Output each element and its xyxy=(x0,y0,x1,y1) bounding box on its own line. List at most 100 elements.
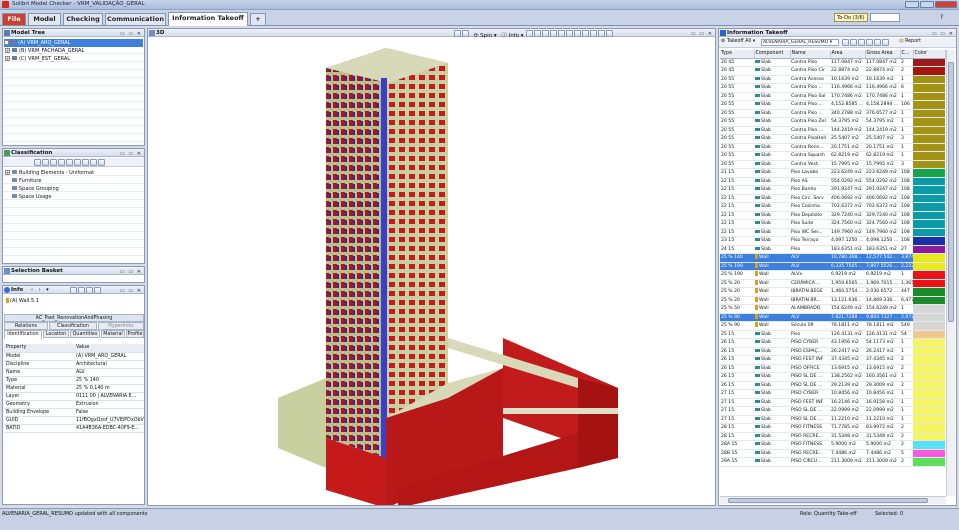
tab-material[interactable]: Material xyxy=(101,330,125,338)
toolbar-button[interactable] xyxy=(82,159,89,166)
row-color-swatch[interactable] xyxy=(913,134,945,144)
toolbar-button[interactable] xyxy=(98,159,105,166)
property-row[interactable]: Type 25 % 140 xyxy=(4,376,144,385)
row-color-swatch[interactable] xyxy=(913,185,945,195)
forward-button[interactable] xyxy=(462,30,469,37)
tab-file[interactable]: File xyxy=(2,13,26,25)
takeoff-horizontal-scrollbar[interactable] xyxy=(720,496,946,504)
col-count[interactable]: C... xyxy=(900,50,914,59)
takeoff-row[interactable]: 26 15 Slab PISO CYBER 43.1956 m2 54.1173 m2 1 xyxy=(720,338,945,348)
row-color-swatch[interactable] xyxy=(913,92,945,101)
report-button[interactable]: ▤ Report xyxy=(899,39,921,44)
takeoff-row[interactable]: 20 55 Slab Contra Piso ... 116.4966 m2 116.4… xyxy=(720,83,945,93)
add-tab-button[interactable]: + xyxy=(250,13,266,25)
takeoff-row[interactable]: 21 15 Slab Piso Lavabo 223.6249 m2 223.6249 … xyxy=(720,168,945,178)
property-row[interactable]: Material 25 % 0.140 m xyxy=(4,384,144,393)
takeoff-row[interactable]: 20 55 Slab Contra Piso Sal 170.7486 m2 170.7… xyxy=(720,92,945,101)
row-color-swatch[interactable] xyxy=(913,83,945,93)
takeoff-row[interactable]: 23 15 Slab Piso Terraço 4,097.1250 ... 4,098… xyxy=(720,236,945,246)
zoom-fit-button[interactable] xyxy=(582,30,590,37)
panel-window-buttons[interactable]: ▭ ▭ ✕ xyxy=(691,30,713,37)
row-color-swatch[interactable] xyxy=(913,100,945,110)
property-row[interactable]: Discipline Architectural xyxy=(4,360,144,369)
row-color-swatch[interactable] xyxy=(913,58,945,67)
todo-button[interactable]: To-Do (3/6) xyxy=(834,13,868,22)
row-color-swatch[interactable] xyxy=(913,338,945,348)
takeoff-row[interactable]: 20 55 Slab Contra Rece... 20.1751 m2 20.1751… xyxy=(720,143,945,152)
tab-checking[interactable]: Checking xyxy=(63,13,103,25)
property-row[interactable]: Geometry Extrusion xyxy=(4,400,144,409)
toolbar-button[interactable] xyxy=(70,287,77,294)
property-row[interactable]: BATID 41A4B36A-EDBC-40F9-E... xyxy=(4,424,144,433)
tab-classification[interactable]: Classification xyxy=(49,322,97,330)
col-color[interactable]: Color xyxy=(913,50,946,59)
row-color-swatch[interactable] xyxy=(913,143,945,152)
building-3d-model[interactable] xyxy=(148,38,715,505)
toolbar-button[interactable] xyxy=(558,30,566,37)
takeoff-row[interactable]: 28 15 Slab PISO RECRE... 31.5348 m2 31.5348 … xyxy=(720,432,945,441)
col-area[interactable]: Area xyxy=(830,50,866,59)
row-color-swatch[interactable] xyxy=(913,262,945,271)
takeoff-row[interactable]: 26 15 Slab PISO FEST INF 37.4345 m2 37.4345 … xyxy=(720,355,945,365)
row-color-swatch[interactable] xyxy=(913,211,945,220)
row-color-swatch[interactable] xyxy=(913,117,945,127)
toolbar-button[interactable] xyxy=(526,30,534,37)
scrollbar-thumb[interactable] xyxy=(728,498,928,503)
row-color-swatch[interactable] xyxy=(913,321,945,331)
toolbar-button[interactable] xyxy=(34,159,41,166)
takeoff-row[interactable]: 25 % 90 Wall ALV 7,821.7288 ... 9,804.7327 .… xyxy=(720,313,945,322)
toolbar-button[interactable] xyxy=(606,30,614,37)
takeoff-select[interactable]: ALVENARIA_GERAL_RESUMO ▾ xyxy=(761,39,839,46)
takeoff-row[interactable]: 25 % 190 Wall ALV 6,335.7505 ... 7,807.5526 … xyxy=(720,262,945,271)
takeoff-row[interactable]: 25 15 Slab Piso 126.4131 m2 126.4131 m2 54 xyxy=(720,330,945,339)
panel-window-buttons[interactable]: ▭ ▭ ✕ xyxy=(120,150,142,157)
takeoff-row[interactable]: 27 15 Slab PISO CYBER 10.8456 m2 10.8456 m2 1 xyxy=(720,389,945,399)
tab-quantities[interactable]: Quantities xyxy=(70,330,100,338)
panel-window-buttons[interactable]: ▭ ▭ ✕ xyxy=(120,287,142,294)
toolbar-button[interactable] xyxy=(590,30,598,37)
toolbar-button[interactable] xyxy=(550,30,558,37)
minimize-button[interactable] xyxy=(905,1,919,8)
takeoff-row[interactable]: 20 55 Slab Contra Piso ... 144.2419 m2 144.2… xyxy=(720,126,945,135)
row-color-swatch[interactable] xyxy=(913,457,945,467)
classification-item[interactable]: Space Grouping xyxy=(12,185,59,193)
expand-icon[interactable]: + xyxy=(5,56,10,61)
row-color-swatch[interactable] xyxy=(913,347,945,356)
row-color-swatch[interactable] xyxy=(913,389,945,399)
takeoff-row[interactable]: 27 15 Slab PISO SL DE ... 11.2210 m2 11.2210… xyxy=(720,415,945,424)
takeoff-row[interactable]: 25 % 90 Wall Sóculo 09 78.1811 m2 78.1811 m2… xyxy=(720,321,945,331)
tree-item[interactable]: + (B) VRM_FACHADA_GERAL xyxy=(5,47,84,55)
takeoff-row[interactable]: 26 15 Slab PISO SL DE ... 138.2562 m2 160.35… xyxy=(720,372,945,382)
toolbar-button[interactable] xyxy=(66,159,73,166)
takeoff-row[interactable]: 26 15 Slab PISO SL DE ... 29.2139 m2 29.3009… xyxy=(720,381,945,390)
row-color-swatch[interactable] xyxy=(913,304,945,314)
property-row[interactable]: Name ALV xyxy=(4,368,144,377)
toolbar-button[interactable] xyxy=(850,39,857,46)
expand-icon[interactable]: + xyxy=(5,48,10,53)
takeoff-row[interactable]: 20 55 Slab Contra Piso ... 340.2788 m2 376.6… xyxy=(720,109,945,118)
toolbar-button[interactable] xyxy=(598,30,606,37)
takeoff-row[interactable]: 25 % 50 Wall ALAMBRADO 154.6249 m2 154.6249 … xyxy=(720,304,945,314)
row-color-swatch[interactable] xyxy=(913,75,945,84)
info-tab-pset[interactable]: AC_Pset_RenovationAndPhasing xyxy=(4,314,144,322)
row-color-swatch[interactable] xyxy=(913,398,945,407)
takeoff-row[interactable]: 22 15 Slab Piso Circ. Serv 406.0692 m2 406.0… xyxy=(720,194,945,203)
toolbar-button[interactable] xyxy=(534,30,542,37)
row-color-swatch[interactable] xyxy=(913,219,945,229)
tab-hyperlinks[interactable]: Hyperlinks xyxy=(98,322,144,330)
col-type[interactable]: Type xyxy=(720,50,755,59)
takeoff-row[interactable]: 22 15 Slab Piso WC Ser... 149.7960 m2 149.79… xyxy=(720,228,945,237)
takeoff-row[interactable]: 20 55 Slab Contra Squash 62.8219 m2 62.8219 … xyxy=(720,151,945,161)
row-color-swatch[interactable] xyxy=(913,194,945,203)
toolbar-button[interactable] xyxy=(74,159,81,166)
row-color-swatch[interactable] xyxy=(913,406,945,416)
takeoff-row[interactable]: 25 % 20 Wall CERÂMICA ... 1,959.6565 ... 1,9… xyxy=(720,279,945,288)
row-color-swatch[interactable] xyxy=(913,126,945,135)
toolbar-button[interactable] xyxy=(882,39,889,46)
toolbar-button[interactable] xyxy=(50,159,57,166)
takeoff-row[interactable]: 20 45 Slab Contra Piso Cir 22.8874 m2 22.887… xyxy=(720,66,945,76)
toolbar-button[interactable] xyxy=(78,287,85,294)
property-row[interactable]: Layer 0111 00 | ALVENARIA E... xyxy=(4,392,144,401)
col-name[interactable]: Name xyxy=(790,50,831,59)
takeoff-row[interactable]: 27 15 Slab PISO FEST INF 16.2146 m2 16.9158 … xyxy=(720,398,945,407)
